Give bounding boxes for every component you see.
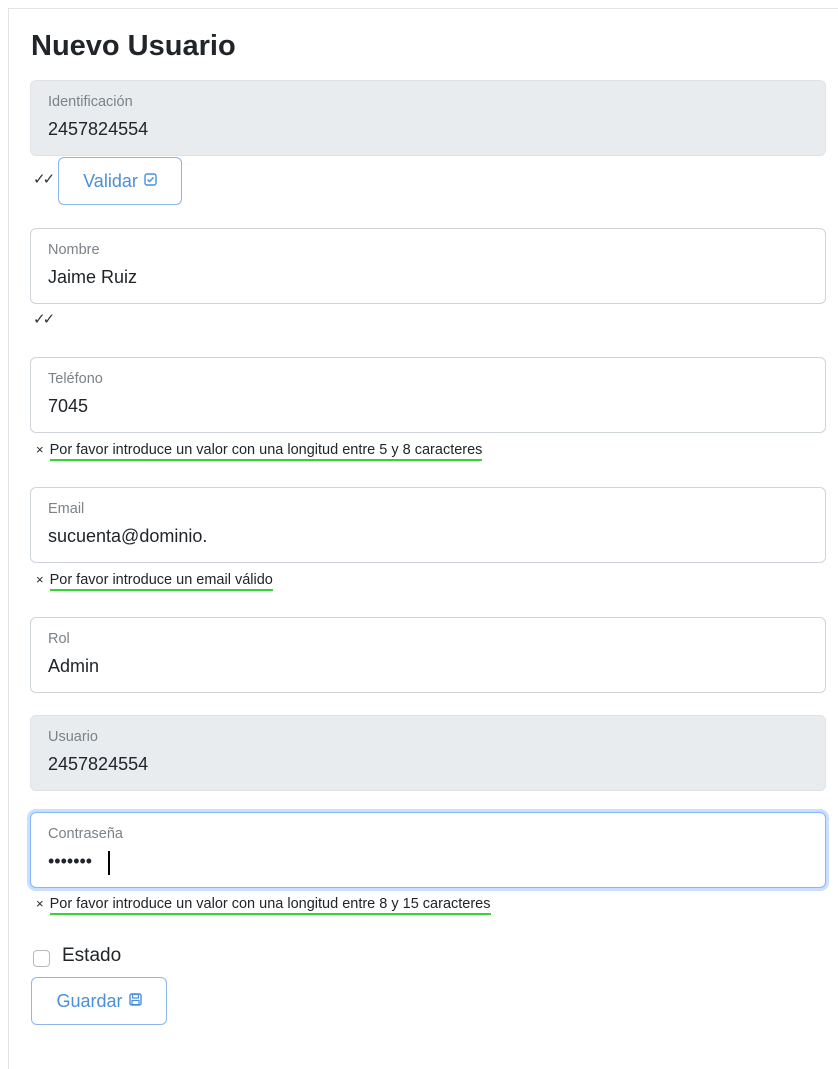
usuario-field: Usuario 2457824554 [30,715,826,791]
email-error: × Por favor introduce un email válido [36,572,273,591]
telefono-error-text: Por favor introduce un valor con una lon… [49,442,483,461]
page-title: Nuevo Usuario [31,30,236,62]
rol-label: Rol [48,631,70,647]
nombre-label: Nombre [48,242,100,258]
identificacion-label: Identificación [48,94,133,110]
estado-label: Estado [62,945,122,966]
error-x-icon: × [36,896,44,911]
contrasena-label: Contraseña [48,826,123,842]
email-error-text: Por favor introduce un email válido [49,572,273,591]
contrasena-error: × Por favor introduce un valor con una lo… [36,896,491,915]
telefono-value: 7045 [48,396,89,416]
guardar-button-label: Guardar [56,990,123,1011]
contrasena-field[interactable]: Contraseña ••••••• [30,812,826,888]
usuario-label: Usuario [48,729,98,745]
guardar-button[interactable]: Guardar [31,977,167,1025]
usuario-value: 2457824554 [48,754,149,774]
telefono-field[interactable]: Teléfono 7045 [30,357,826,433]
nombre-value: Jaime Ruiz [48,267,138,287]
email-value: sucuenta@dominio. [48,526,208,546]
rol-value: Admin [48,656,100,676]
error-x-icon: × [36,442,44,457]
estado-checkbox[interactable] [33,950,50,967]
contrasena-error-text: Por favor introduce un valor con una lon… [49,896,491,915]
valid-check-icon: ✓✓ [33,311,55,328]
save-icon [128,993,142,1009]
telefono-label: Teléfono [48,371,103,387]
telefono-error: × Por favor introduce un valor con una lo… [36,442,483,461]
validar-button[interactable]: Validar [58,157,182,205]
email-field[interactable]: Email sucuenta@dominio. [30,487,826,563]
error-x-icon: × [36,572,44,587]
email-label: Email [48,501,85,517]
text-caret [108,851,110,875]
identificacion-value: 2457824554 [48,119,149,139]
rol-field[interactable]: Rol Admin [30,617,826,693]
contrasena-value: ••••••• [48,851,93,871]
valid-check-icon: ✓✓ [33,171,55,188]
nombre-field[interactable]: Nombre Jaime Ruiz [30,228,826,304]
identificacion-field: Identificación 2457824554 [30,80,826,156]
validar-button-label: Validar [83,170,138,191]
check-square-icon [144,173,157,189]
